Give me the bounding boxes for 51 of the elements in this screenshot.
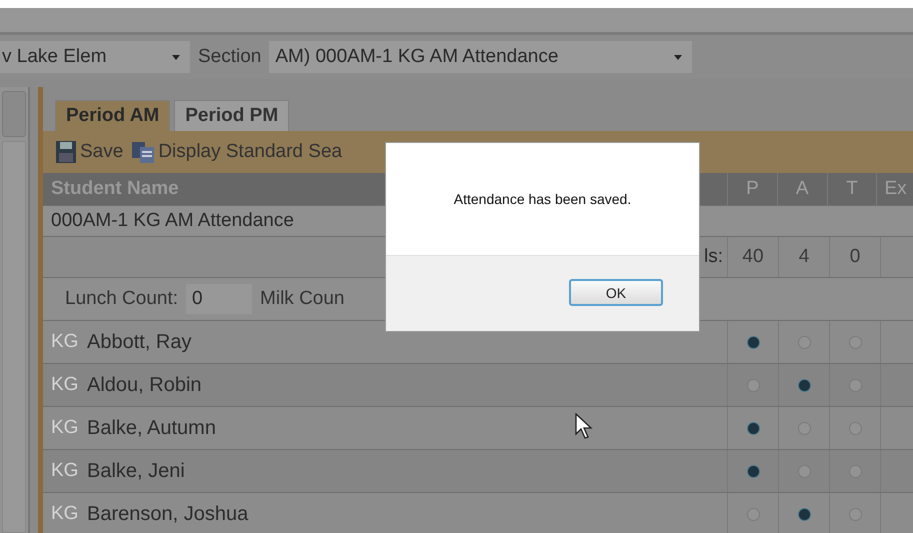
student-name: Aldou, Robin [87, 374, 202, 396]
display-standard-seating-button[interactable]: Display Standard Sea [127, 140, 346, 164]
lunch-count-field[interactable]: 0 [186, 284, 252, 314]
attendance-radio[interactable] [746, 464, 760, 478]
student-name: Abbott, Ray [87, 330, 192, 354]
attendance-radio[interactable] [848, 508, 862, 520]
student-name: Balke, Autumn [87, 416, 216, 440]
grade-label: KG [51, 503, 80, 525]
period-tab[interactable]: Period AM [55, 100, 170, 131]
section-label: Section [198, 46, 262, 68]
attendance-radio[interactable] [798, 336, 810, 348]
attendance-radio[interactable] [848, 336, 862, 348]
section-name: 000AM-1 KG AM Attendance [51, 210, 294, 232]
grade-label: KG [51, 331, 80, 353]
column-header: A [776, 173, 827, 205]
lunch-count-label: Lunch Count: [65, 288, 178, 310]
attendance-radio[interactable] [746, 336, 760, 348]
save-button[interactable]: Save [51, 140, 128, 164]
attendance-radio[interactable] [798, 422, 810, 434]
documents-icon [131, 140, 156, 164]
panel-button[interactable] [2, 91, 26, 137]
milk-count-label: Milk Coun [260, 288, 345, 310]
attendance-radio[interactable] [798, 464, 810, 478]
attendance-radio[interactable] [746, 508, 760, 520]
caret-icon [674, 54, 682, 60]
attendance-radio[interactable] [798, 378, 810, 392]
column-header: P [727, 173, 777, 205]
student-name: Barenson, Joshua [87, 502, 248, 526]
attendance-radio[interactable] [848, 378, 862, 392]
attendance-radio[interactable] [848, 464, 862, 478]
grade-label: KG [51, 417, 80, 439]
column-header: Ex [876, 173, 913, 205]
mouse-pointer-icon [575, 413, 593, 439]
attendance-radio[interactable] [848, 422, 862, 434]
totals-label: ls: [704, 246, 723, 268]
grade-label: KG [51, 374, 80, 396]
grade-label: KG [51, 460, 80, 482]
total-count: 0 [829, 237, 880, 277]
attendance-radio[interactable] [746, 378, 760, 392]
total-count: 40 [727, 237, 778, 277]
attendance-radio[interactable] [798, 508, 810, 520]
attendance-radio[interactable] [746, 422, 760, 434]
caret-icon [172, 54, 180, 60]
ok-button[interactable]: OK [569, 279, 663, 306]
school-dropdown[interactable]: v Lake Elem [0, 41, 190, 73]
total-count: 4 [778, 237, 829, 277]
period-tab[interactable]: Period PM [174, 100, 290, 131]
student-name: Balke, Jeni [87, 460, 185, 482]
dialog-message: Attendance has been saved. [454, 191, 632, 207]
column-header: T [826, 173, 876, 205]
section-dropdown[interactable]: AM) 000AM-1 KG AM Attendance [269, 41, 692, 73]
